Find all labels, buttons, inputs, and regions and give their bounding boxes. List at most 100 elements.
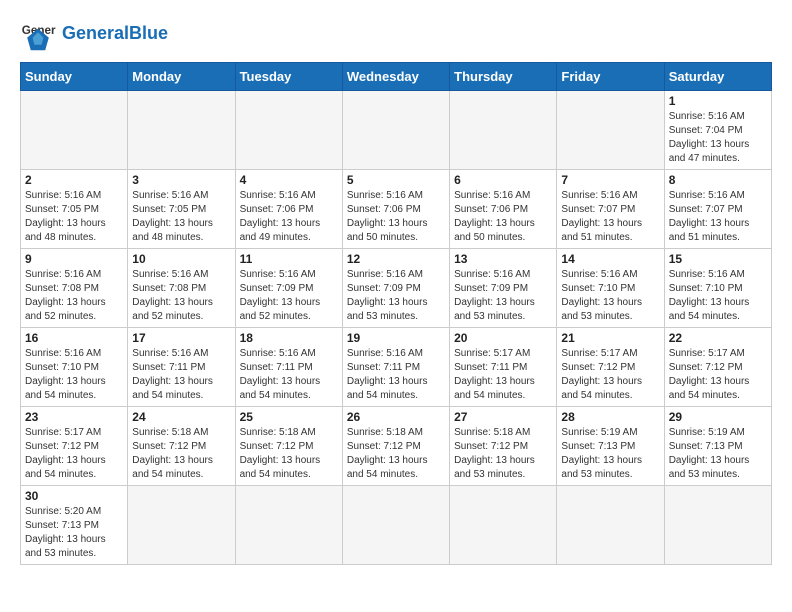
calendar-cell: 2Sunrise: 5:16 AMSunset: 7:05 PMDaylight… [21,170,128,249]
calendar-cell: 24Sunrise: 5:18 AMSunset: 7:12 PMDayligh… [128,407,235,486]
sunrise-text: Sunrise: 5:16 AM [347,268,445,282]
header: General GeneralBlue [20,16,772,52]
calendar-cell: 19 Sunrise: 5:16 AMSunset: 7:11 PMDayligh… [342,328,449,407]
daylight-text: Daylight: 13 hours and 53 minutes. [454,296,552,324]
sunrise-text: Sunrise: 5:16 AM [669,268,767,282]
day-info: Sunrise: 5:19 AMSunset: 7:13 PMDaylight:… [561,426,659,482]
week-row-6: 30Sunrise: 5:20 AMSunset: 7:13 PMDayligh… [21,486,772,565]
daylight-text: Daylight: 13 hours and 54 minutes. [132,454,230,482]
sunrise-text: Sunrise: 5:16 AM [669,110,767,124]
sunset-text: Sunset: 7:13 PM [669,440,767,454]
calendar-cell [128,486,235,565]
daylight-text: Daylight: 13 hours and 47 minutes. [669,138,767,166]
day-number: 28 [561,410,659,424]
day-info: Sunrise: 5:17 AMSunset: 7:12 PMDaylight:… [669,347,767,403]
sunrise-text: Sunrise: 5:16 AM [132,268,230,282]
calendar-cell: 29 Sunrise: 5:19 AMSunset: 7:13 PMDayligh… [664,407,771,486]
day-info: Sunrise: 5:16 AMSunset: 7:05 PMDaylight:… [25,189,123,245]
day-info: Sunrise: 5:18 AMSunset: 7:12 PMDaylight:… [347,426,445,482]
daylight-text: Daylight: 13 hours and 54 minutes. [25,375,123,403]
sunset-text: Sunset: 7:10 PM [561,282,659,296]
calendar-cell: 12Sunrise: 5:16 AMSunset: 7:09 PMDayligh… [342,249,449,328]
sunset-text: Sunset: 7:09 PM [454,282,552,296]
calendar-cell [557,91,664,170]
day-info: Sunrise: 5:19 AMSunset: 7:13 PMDaylight:… [669,426,767,482]
day-number: 13 [454,252,552,266]
day-number: 20 [454,331,552,345]
day-info: Sunrise: 5:16 AMSunset: 7:09 PMDaylight:… [454,268,552,324]
day-info: Sunrise: 5:16 AMSunset: 7:10 PMDaylight:… [561,268,659,324]
weekday-header-tuesday: Tuesday [235,63,342,91]
calendar-cell: 20Sunrise: 5:17 AMSunset: 7:11 PMDayligh… [450,328,557,407]
weekday-header-thursday: Thursday [450,63,557,91]
calendar-table: SundayMondayTuesdayWednesdayThursdayFrid… [20,62,772,565]
day-number: 23 [25,410,123,424]
calendar-cell: 26 Sunrise: 5:18 AMSunset: 7:12 PMDayligh… [342,407,449,486]
sunset-text: Sunset: 7:12 PM [561,361,659,375]
calendar-cell: 17Sunrise: 5:16 AMSunset: 7:11 PMDayligh… [128,328,235,407]
day-number: 26 [347,410,445,424]
sunrise-text: Sunrise: 5:16 AM [240,189,338,203]
daylight-text: Daylight: 13 hours and 54 minutes. [454,375,552,403]
day-info: Sunrise: 5:16 AMSunset: 7:06 PMDaylight:… [240,189,338,245]
calendar-cell: 5Sunrise: 5:16 AMSunset: 7:06 PMDaylight… [342,170,449,249]
sunset-text: Sunset: 7:05 PM [132,203,230,217]
sunrise-text: Sunrise: 5:20 AM [25,505,123,519]
sunset-text: Sunset: 7:11 PM [132,361,230,375]
calendar-cell: 7Sunrise: 5:16 AMSunset: 7:07 PMDaylight… [557,170,664,249]
sunset-text: Sunset: 7:11 PM [347,361,445,375]
day-number: 12 [347,252,445,266]
logo-general: General [62,23,129,43]
daylight-text: Daylight: 13 hours and 54 minutes. [240,375,338,403]
sunset-text: Sunset: 7:05 PM [25,203,123,217]
daylight-text: Daylight: 13 hours and 54 minutes. [347,375,445,403]
calendar-cell: 21Sunrise: 5:17 AMSunset: 7:12 PMDayligh… [557,328,664,407]
day-info: Sunrise: 5:16 AMSunset: 7:10 PMDaylight:… [25,347,123,403]
weekday-header-row: SundayMondayTuesdayWednesdayThursdayFrid… [21,63,772,91]
day-number: 3 [132,173,230,187]
sunset-text: Sunset: 7:08 PM [25,282,123,296]
weekday-header-sunday: Sunday [21,63,128,91]
day-number: 18 [240,331,338,345]
day-number: 14 [561,252,659,266]
sunset-text: Sunset: 7:12 PM [454,440,552,454]
sunrise-text: Sunrise: 5:18 AM [454,426,552,440]
sunrise-text: Sunrise: 5:16 AM [347,189,445,203]
sunrise-text: Sunrise: 5:16 AM [347,347,445,361]
daylight-text: Daylight: 13 hours and 54 minutes. [132,375,230,403]
sunrise-text: Sunrise: 5:16 AM [25,347,123,361]
calendar-cell: 14 Sunrise: 5:16 AMSunset: 7:10 PMDayligh… [557,249,664,328]
daylight-text: Daylight: 13 hours and 52 minutes. [240,296,338,324]
calendar-cell: 23Sunrise: 5:17 AMSunset: 7:12 PMDayligh… [21,407,128,486]
calendar-cell: 6Sunrise: 5:16 AMSunset: 7:06 PMDaylight… [450,170,557,249]
calendar-cell: 15Sunrise: 5:16 AMSunset: 7:10 PMDayligh… [664,249,771,328]
sunrise-text: Sunrise: 5:18 AM [132,426,230,440]
day-number: 19 [347,331,445,345]
day-number: 21 [561,331,659,345]
day-info: Sunrise: 5:16 AMSunset: 7:09 PMDaylight:… [240,268,338,324]
sunset-text: Sunset: 7:11 PM [454,361,552,375]
calendar-cell [664,486,771,565]
sunset-text: Sunset: 7:10 PM [669,282,767,296]
day-number: 29 [669,410,767,424]
calendar-cell [342,91,449,170]
daylight-text: Daylight: 13 hours and 53 minutes. [25,533,123,561]
weekday-header-monday: Monday [128,63,235,91]
daylight-text: Daylight: 13 hours and 53 minutes. [669,454,767,482]
daylight-text: Daylight: 13 hours and 49 minutes. [240,217,338,245]
sunrise-text: Sunrise: 5:16 AM [240,268,338,282]
sunrise-text: Sunrise: 5:16 AM [454,268,552,282]
sunrise-text: Sunrise: 5:19 AM [669,426,767,440]
daylight-text: Daylight: 13 hours and 54 minutes. [669,375,767,403]
daylight-text: Daylight: 13 hours and 54 minutes. [240,454,338,482]
week-row-4: 16Sunrise: 5:16 AMSunset: 7:10 PMDayligh… [21,328,772,407]
sunset-text: Sunset: 7:07 PM [561,203,659,217]
sunset-text: Sunset: 7:08 PM [132,282,230,296]
sunrise-text: Sunrise: 5:16 AM [240,347,338,361]
weekday-header-wednesday: Wednesday [342,63,449,91]
sunset-text: Sunset: 7:07 PM [669,203,767,217]
day-number: 24 [132,410,230,424]
day-info: Sunrise: 5:16 AMSunset: 7:11 PMDaylight:… [132,347,230,403]
calendar-cell: 8Sunrise: 5:16 AMSunset: 7:07 PMDaylight… [664,170,771,249]
calendar-cell [128,91,235,170]
